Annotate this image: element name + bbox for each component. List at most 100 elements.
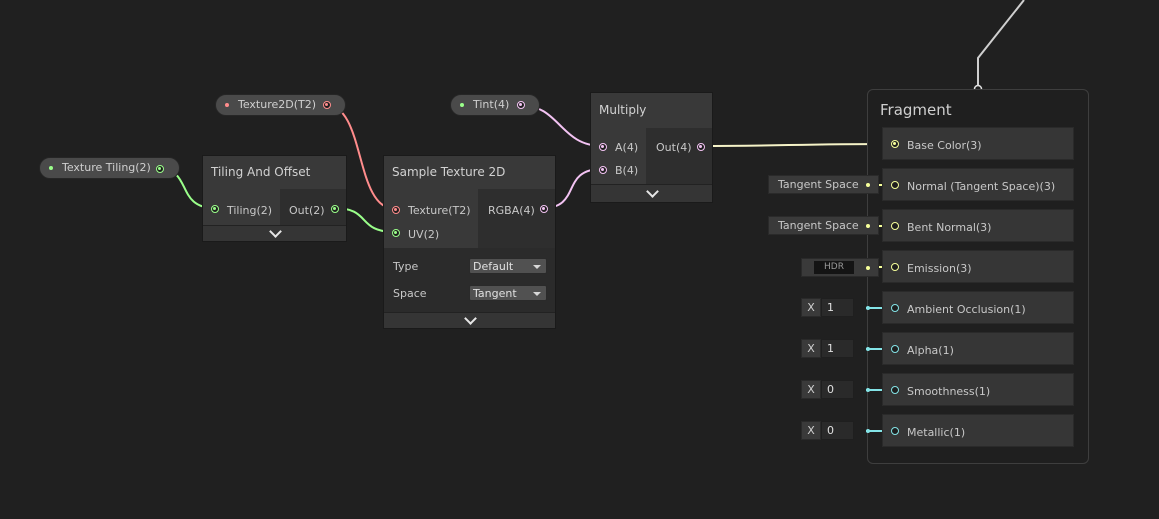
- slot-label: Metallic(1): [907, 426, 966, 439]
- node-inputs: A(4) B(4): [591, 128, 646, 185]
- normal-space-label: Tangent Space: [778, 178, 859, 191]
- property-output-port[interactable]: [323, 101, 331, 109]
- node-inputs: Texture(T2) UV(2): [384, 189, 478, 248]
- slot-label: Alpha(1): [907, 344, 954, 357]
- property-label: Texture2D(T2): [238, 98, 317, 111]
- default-port-dot: [866, 306, 870, 310]
- property-port-dot: [49, 166, 53, 170]
- metallic-value[interactable]: 0: [821, 421, 854, 440]
- hdr-color-swatch: HDR: [814, 261, 854, 274]
- space-label: Space: [393, 287, 427, 300]
- property-port-dot: [460, 103, 464, 107]
- wire-vertex: [977, 0, 1025, 89]
- slot-port[interactable]: [891, 345, 899, 353]
- default-port-dot: [866, 183, 870, 187]
- x-label: X: [801, 421, 821, 440]
- space-dropdown[interactable]: Tangent: [469, 285, 547, 301]
- slot-smoothness[interactable]: Smoothness(1): [882, 373, 1074, 406]
- chevron-down-icon: [268, 225, 282, 238]
- property-label: Tint(4): [473, 98, 510, 111]
- property-tint[interactable]: Tint(4): [450, 94, 540, 116]
- x-label: X: [801, 298, 821, 317]
- rgba-output-label: RGBA(4): [488, 204, 535, 217]
- ambient-occlusion-value[interactable]: 1: [821, 298, 854, 317]
- property-output-port[interactable]: [156, 165, 164, 173]
- space-dropdown-value: Tangent: [473, 287, 517, 300]
- type-dropdown-value: Default: [473, 260, 514, 273]
- dropdown-arrow-icon: [533, 265, 541, 269]
- tiling-input-port[interactable]: [211, 205, 219, 213]
- node-outputs: Out(4): [646, 128, 712, 185]
- default-port-dot: [866, 429, 870, 433]
- bent-normal-space-label: Tangent Space: [778, 219, 859, 232]
- type-label: Type: [393, 260, 419, 273]
- tiling-input-label: Tiling(2): [227, 204, 273, 217]
- node-outputs: RGBA(4): [478, 189, 555, 248]
- b-input-label: B(4): [615, 164, 639, 177]
- node-expand-toggle[interactable]: [384, 312, 555, 328]
- default-port-dot: [866, 347, 870, 351]
- slot-normal[interactable]: Normal (Tangent Space)(3): [882, 168, 1074, 201]
- normal-space-default[interactable]: Tangent Space: [768, 175, 879, 194]
- uv-input-port[interactable]: [392, 229, 400, 237]
- tiling-output-label: Out(2): [289, 204, 325, 217]
- slot-base-color[interactable]: Base Color(3): [882, 127, 1074, 160]
- slot-port[interactable]: [891, 181, 899, 189]
- alpha-value[interactable]: 1: [821, 339, 854, 358]
- node-expand-toggle[interactable]: [591, 184, 712, 202]
- slot-port[interactable]: [891, 222, 899, 230]
- a-input-label: A(4): [615, 141, 639, 154]
- multiply-node[interactable]: Multiply A(4) B(4) Out(4): [590, 92, 713, 203]
- rgba-output-port[interactable]: [540, 205, 548, 213]
- smoothness-value[interactable]: 0: [821, 380, 854, 399]
- chevron-down-icon: [645, 185, 659, 198]
- property-port-dot: [225, 103, 229, 107]
- property-texture-tiling[interactable]: Texture Tiling(2): [39, 157, 180, 179]
- slot-label: Ambient Occlusion(1): [907, 303, 1026, 316]
- texture-input-port[interactable]: [392, 206, 400, 214]
- slot-emission[interactable]: Emission(3): [882, 250, 1074, 283]
- slot-metallic[interactable]: Metallic(1): [882, 414, 1074, 447]
- slot-alpha[interactable]: Alpha(1): [882, 332, 1074, 365]
- a-input-port[interactable]: [599, 143, 607, 151]
- uv-input-label: UV(2): [408, 228, 440, 241]
- x-label: X: [801, 339, 821, 358]
- slot-port[interactable]: [891, 304, 899, 312]
- default-port-dot: [866, 388, 870, 392]
- node-expand-toggle[interactable]: [203, 225, 346, 241]
- type-dropdown[interactable]: Default: [469, 258, 547, 274]
- slot-bent-normal[interactable]: Bent Normal(3): [882, 209, 1074, 242]
- default-port-dot: [866, 266, 870, 270]
- node-title: Tiling And Offset: [203, 156, 346, 189]
- multiply-output-port[interactable]: [697, 143, 705, 151]
- slot-port[interactable]: [891, 140, 899, 148]
- slot-port[interactable]: [891, 263, 899, 271]
- node-outputs: Out(2): [280, 189, 346, 226]
- multiply-output-label: Out(4): [656, 141, 692, 154]
- slot-label: Normal (Tangent Space)(3): [907, 180, 1056, 193]
- bent-normal-space-default[interactable]: Tangent Space: [768, 216, 879, 235]
- node-title: Sample Texture 2D: [384, 156, 555, 189]
- sample-texture-2d-node[interactable]: Sample Texture 2D Texture(T2) UV(2) RGBA…: [383, 155, 556, 329]
- slot-port[interactable]: [891, 386, 899, 394]
- slot-label: Emission(3): [907, 262, 972, 275]
- slot-label: Bent Normal(3): [907, 221, 992, 234]
- slot-label: Base Color(3): [907, 139, 982, 152]
- texture-input-label: Texture(T2): [408, 204, 471, 217]
- tiling-and-offset-node[interactable]: Tiling And Offset Tiling(2) Out(2): [202, 155, 347, 242]
- property-output-port[interactable]: [517, 101, 525, 109]
- dropdown-arrow-icon: [533, 292, 541, 296]
- tiling-output-port[interactable]: [331, 205, 339, 213]
- x-label: X: [801, 380, 821, 399]
- property-label: Texture Tiling(2): [62, 161, 151, 174]
- slot-ambient-occlusion[interactable]: Ambient Occlusion(1): [882, 291, 1074, 324]
- node-title: Multiply: [591, 93, 712, 128]
- emission-hdr-color[interactable]: HDR: [801, 258, 879, 277]
- b-input-port[interactable]: [599, 166, 607, 174]
- fragment-title: Fragment: [880, 101, 952, 119]
- slot-port[interactable]: [891, 427, 899, 435]
- default-port-dot: [866, 224, 870, 228]
- property-texture2d[interactable]: Texture2D(T2): [215, 94, 346, 116]
- wire-multiply-out: [699, 143, 894, 147]
- node-inputs: Tiling(2): [203, 189, 280, 226]
